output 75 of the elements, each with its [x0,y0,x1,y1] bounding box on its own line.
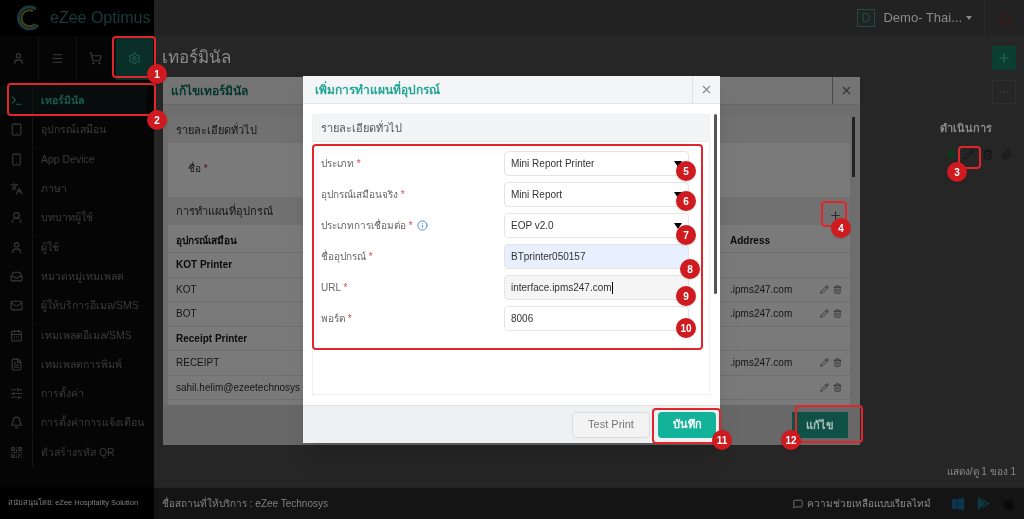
edit-icon[interactable] [820,309,829,319]
table-cell-text: RECEIPT [176,356,220,371]
table-cell-text: BOT [176,307,197,322]
property-selector[interactable]: Demo- Thai... [883,8,984,28]
phone-icon [9,152,23,166]
text-cursor [611,281,613,294]
person-icon [9,211,23,225]
step-number-badge: 3 [947,162,967,182]
section-title: การทำแผนที่อุปกรณ์ [176,202,273,220]
qr-code-icon [9,445,23,459]
close-icon[interactable] [840,84,853,97]
table-cell-text: KOT Printer [176,258,233,273]
tray-icon [9,269,23,283]
column-header: ดำเนินการ [940,121,992,136]
edit-icon[interactable] [820,284,829,294]
table-cell-text: .ipms247.com [730,282,793,297]
user-icon [9,240,23,254]
delete-icon[interactable] [982,148,993,160]
edit-icon[interactable] [820,358,829,368]
settings-icon [127,51,141,65]
sidebar-item[interactable]: เทอร์มินัล [0,86,146,116]
tablet-icon [9,123,23,137]
edit-icon[interactable] [963,148,974,160]
menu-icon [50,51,64,65]
power-icon[interactable] [997,10,1012,26]
test-print-button[interactable]: Test Print [572,411,650,438]
table-cell-text: .ipms247.com [730,307,793,322]
table-cell-text: .ipms247.com [730,356,793,371]
delete-icon[interactable] [833,309,842,319]
field-label: พอร์ต * [321,312,352,326]
chat-icon [793,498,803,509]
edit-icon[interactable] [820,382,829,392]
plus-icon [828,208,842,222]
add-button[interactable] [992,46,1016,70]
save-button[interactable]: บันทึก [658,411,716,438]
field-label: อุปกรณ์เสมือนจริง * [321,188,405,202]
venue-text: ชื่อสถานที่ให้บริการ : eZee Technosys [162,496,328,511]
windows-icon[interactable] [951,496,965,511]
field-label: ชื่อ * [188,163,208,174]
terminal-icon [9,94,23,108]
delete-icon[interactable] [833,382,842,392]
bell-icon [9,416,23,430]
cart-icon [89,51,103,65]
caret-icon [966,16,972,20]
language-icon [9,182,23,196]
field-label: ประเภท * [321,157,361,171]
close-icon[interactable] [700,83,713,96]
document-icon [9,357,23,371]
sliders-icon [9,387,23,401]
logo-icon [16,5,42,31]
info-icon[interactable] [416,220,428,231]
dialog-title: แก้ไขเทอร์มินัล [170,82,248,100]
plus-icon [997,51,1011,65]
column-header: Address [730,234,771,248]
section-title: รายละเอียดทั่วไป [321,119,402,136]
mail-icon [9,299,23,313]
user-icon [12,51,26,65]
field-label: ชื่ออุปกรณ์ * [321,249,373,264]
step-number-badge: 12 [781,430,801,450]
field-label: ประเภทการเชื่อมต่อ * [321,218,413,233]
field-label: URL * [321,281,348,295]
pagination-text: แสดง/ดู 1 ของ 1 [946,465,1016,479]
column-header: อุปกรณ์เสมือน [176,234,237,248]
live-help-link[interactable]: ความช่วยเหลือแบบเรียลไทม์ [807,496,931,511]
table-cell-text: Receipt Printer [176,331,248,346]
app-logo-text: eZee Optimus [50,8,151,28]
calendar-icon [9,328,23,342]
step-number-badge: 11 [712,430,732,450]
delete-icon[interactable] [833,284,842,294]
delete-icon[interactable] [833,358,842,368]
dialog-title: เพิ่มการทำแผนที่อุปกรณ์ [314,80,440,99]
play-store-icon[interactable] [977,497,990,510]
table-cell-text: sahil.helim@ezeetechnosys [176,380,301,395]
section-title: รายละเอียดทั่วไป [176,121,257,138]
table-cell-text: KOT [176,282,197,297]
